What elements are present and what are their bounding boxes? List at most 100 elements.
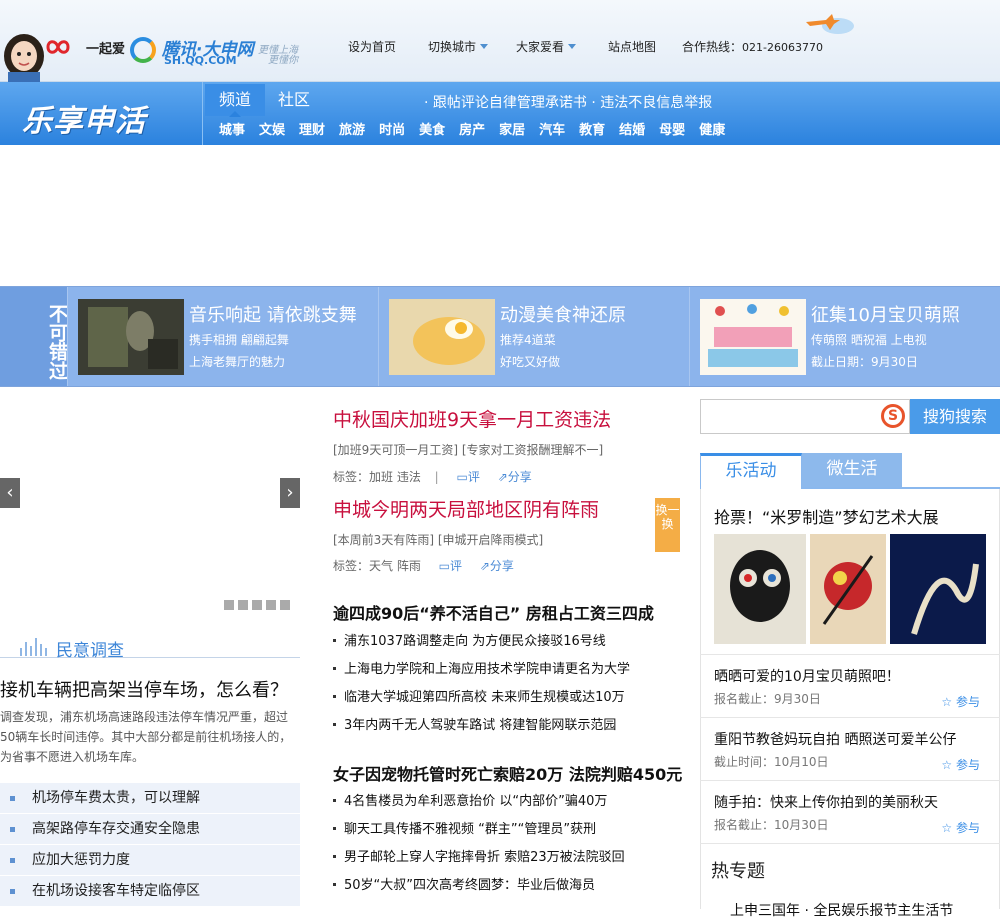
slider-dot[interactable] (266, 600, 276, 610)
slider-dot[interactable] (280, 600, 290, 610)
slogan-line-2: 更懂你 (268, 55, 298, 66)
promo-title: 征集10月宝贝萌照 (811, 305, 960, 326)
channel-link[interactable]: 理财 (299, 116, 325, 145)
news-item[interactable]: 浦东1037路调整走向 为方便民众接驳16号线 (333, 630, 606, 649)
join-link[interactable]: ☆ 参与 (941, 756, 980, 773)
headline-2[interactable]: 申城今明两天局部地区阴有阵雨 (333, 495, 599, 522)
promo-item[interactable]: 征集10月宝贝萌照 传萌照 晒祝福 上电视 截止日期：9月30日 (689, 287, 1000, 386)
share-link[interactable]: 分享 (508, 470, 532, 484)
qq-logo-icon (130, 37, 156, 63)
headline-1-tags: 标签：加班 违法 | ▭评 ⇗分享 (333, 470, 532, 484)
channel-link[interactable]: 教育 (579, 116, 605, 145)
activity-item[interactable]: 晒晒可爱的10月宝贝萌照吧！ 报名截止：9月30日 ☆ 参与 (700, 654, 1000, 717)
comment-link[interactable]: 评 (468, 470, 480, 484)
site-map-link[interactable]: 站点地图 (608, 38, 656, 55)
poll-question[interactable]: 接机车辆把高架当停车场，怎么看？ (0, 676, 288, 702)
news-item[interactable]: 4名售楼员为牟利恶意抬价 以“内部价”骗40万 (333, 790, 607, 809)
news-item[interactable]: 上海电力学院和上海应用技术学院申请更名为大学 (333, 658, 630, 677)
channel-link[interactable]: 家居 (499, 116, 525, 145)
activity-title[interactable]: 晒晒可爱的10月宝贝萌照吧！ (714, 666, 900, 686)
tab-micro-life[interactable]: 微生活 (802, 453, 902, 487)
nav-notice-links[interactable]: · 跟帖评论自律管理承诺书 · 违法不良信息举报 (424, 92, 712, 112)
promo-subtitle: 传萌照 晒祝福 上电视 (811, 333, 927, 347)
channel-link[interactable]: 旅游 (339, 116, 365, 145)
activity-item[interactable]: 随手拍：快来上传你拍到的美丽秋天 报名截止：10月30日 ☆ 参与 (700, 780, 1000, 843)
share-link[interactable]: 分享 (490, 559, 514, 573)
poll-title: 民意调查 (56, 641, 124, 661)
share-icon[interactable]: ⇗ (498, 470, 508, 484)
set-homepage-link[interactable]: 设为首页 (348, 38, 396, 55)
promo-item[interactable]: 动漫美食神还原 推荐4道菜 好吃又好做 (378, 287, 689, 386)
hotline-number: 021-26063770 (742, 41, 823, 54)
tag-label: 标签： (333, 559, 370, 573)
poll-option[interactable]: 在机场设接客车特定临停区 (0, 876, 300, 906)
section-headline[interactable]: 逾四成90后“养不活自己” 房租占工资三四成 (333, 600, 654, 624)
channel-link[interactable]: 结婚 (619, 116, 645, 145)
news-item[interactable]: 3年内两千无人驾驶车路试 将建智能网联示范园 (333, 714, 616, 733)
nav-divider (202, 82, 203, 145)
news-item[interactable]: 聊天工具传播不雅视频 “群主”“管理员”获刑 (333, 818, 596, 837)
channel-link[interactable]: 健康 (699, 116, 725, 145)
slider-dot[interactable] (238, 600, 248, 610)
poll-option[interactable]: 机场停车费太贵，可以理解 (0, 783, 300, 813)
promo-subtitle: 上海老舞厅的魅力 (189, 355, 286, 369)
featured-activity-title[interactable]: 抢票！“米罗制造”梦幻艺术大展 (714, 504, 939, 528)
activity-deadline: 报名截止：10月30日 (714, 818, 829, 832)
lexiang-shenhuo-logo[interactable]: 乐享申活 (22, 96, 146, 140)
channel-link[interactable]: 城事 (219, 116, 245, 145)
join-link[interactable]: ☆ 参与 (941, 693, 980, 710)
star-icon: ☆ (941, 758, 953, 772)
channel-link[interactable]: 时尚 (379, 116, 405, 145)
divider (700, 843, 1000, 844)
comment-link[interactable]: 评 (450, 559, 462, 573)
join-link[interactable]: ☆ 参与 (941, 819, 980, 836)
promo-subtitle: 推荐4道菜 (500, 333, 556, 347)
poll-option[interactable]: 应加大惩罚力度 (0, 845, 300, 875)
hot-topic-item[interactable]: 上申三国年 · 全民娱乐报节主生活节 (730, 900, 953, 920)
news-item[interactable]: 男子邮轮上穿人字拖摔骨折 索赔23万被法院驳回 (333, 846, 625, 865)
join-label: 参与 (955, 821, 980, 835)
star-icon: ☆ (941, 821, 953, 835)
tab-activities[interactable]: 乐活动 (700, 453, 802, 489)
section-headline[interactable]: 女子因宠物托管时死亡索赔20万 法院判赔450元 (333, 761, 682, 785)
activity-item[interactable]: 重阳节教爸妈玩自拍 晒照送可爱羊公仔 截止时间：10月10日 ☆ 参与 (700, 717, 1000, 780)
poll-option[interactable]: 高架路停车存交通安全隐患 (0, 814, 300, 844)
news-item[interactable]: 临港大学城迎第四所高校 未来师生规模或达10万 (333, 686, 625, 705)
tab-channels[interactable]: 频道 (205, 84, 265, 117)
sogou-logo-icon: S (881, 404, 905, 428)
activity-title[interactable]: 随手拍：快来上传你拍到的美丽秋天 (714, 792, 938, 812)
tag-links[interactable]: 天气 阵雨 (369, 559, 421, 573)
headline-1-sublinks[interactable]: [加班9天可顶一月工资] [专家对工资报酬理解不一] (333, 441, 603, 458)
switch-city-label: 切换城市 (428, 40, 477, 54)
slider-prev-button[interactable]: ‹ (0, 478, 20, 508)
logo-17-love[interactable]: 一起爱 (44, 36, 128, 58)
headline-2-sublinks[interactable]: [本周前3天有阵雨] [申城开启降雨模式] (333, 531, 543, 548)
share-icon[interactable]: ⇗ (480, 559, 490, 573)
activity-title[interactable]: 重阳节教爸妈玩自拍 晒照送可爱羊公仔 (714, 729, 956, 749)
image-slider[interactable] (0, 389, 300, 621)
news-item[interactable]: 50岁“大叔”四次高考终圆梦：毕业后做海员 (333, 874, 595, 893)
channel-link[interactable]: 母婴 (659, 116, 685, 145)
join-label: 参与 (955, 695, 980, 709)
miro-exhibition-image[interactable] (714, 534, 986, 644)
slider-next-button[interactable]: › (280, 478, 300, 508)
tag-links[interactable]: 加班 违法 (369, 470, 421, 484)
channel-link[interactable]: 美食 (419, 116, 445, 145)
hotline: 合作热线：021-26063770 (682, 38, 823, 55)
headline-1[interactable]: 中秋国庆加班9天拿一月工资违法 (333, 405, 611, 432)
search-input[interactable] (700, 399, 910, 434)
comment-icon[interactable]: ▭ (457, 470, 468, 484)
channel-link[interactable]: 汽车 (539, 116, 565, 145)
switch-city-dropdown[interactable]: 切换城市 (428, 38, 489, 55)
channel-link[interactable]: 文娱 (259, 116, 285, 145)
slider-dot[interactable] (252, 600, 262, 610)
popular-dropdown[interactable]: 大家爱看 (516, 38, 577, 55)
slider-dots (224, 600, 294, 610)
channel-link[interactable]: 房产 (459, 116, 485, 145)
promo-item[interactable]: 音乐响起 请依跳支舞 携手相拥 翩翩起舞 上海老舞厅的魅力 (67, 287, 378, 386)
slider-dot[interactable] (224, 600, 234, 610)
tab-community[interactable]: 社区 (278, 84, 310, 116)
sogou-search-button[interactable]: 搜狗搜索 (910, 399, 1000, 434)
comment-icon[interactable]: ▭ (439, 559, 450, 573)
swap-button[interactable]: 换一换 (655, 498, 680, 552)
